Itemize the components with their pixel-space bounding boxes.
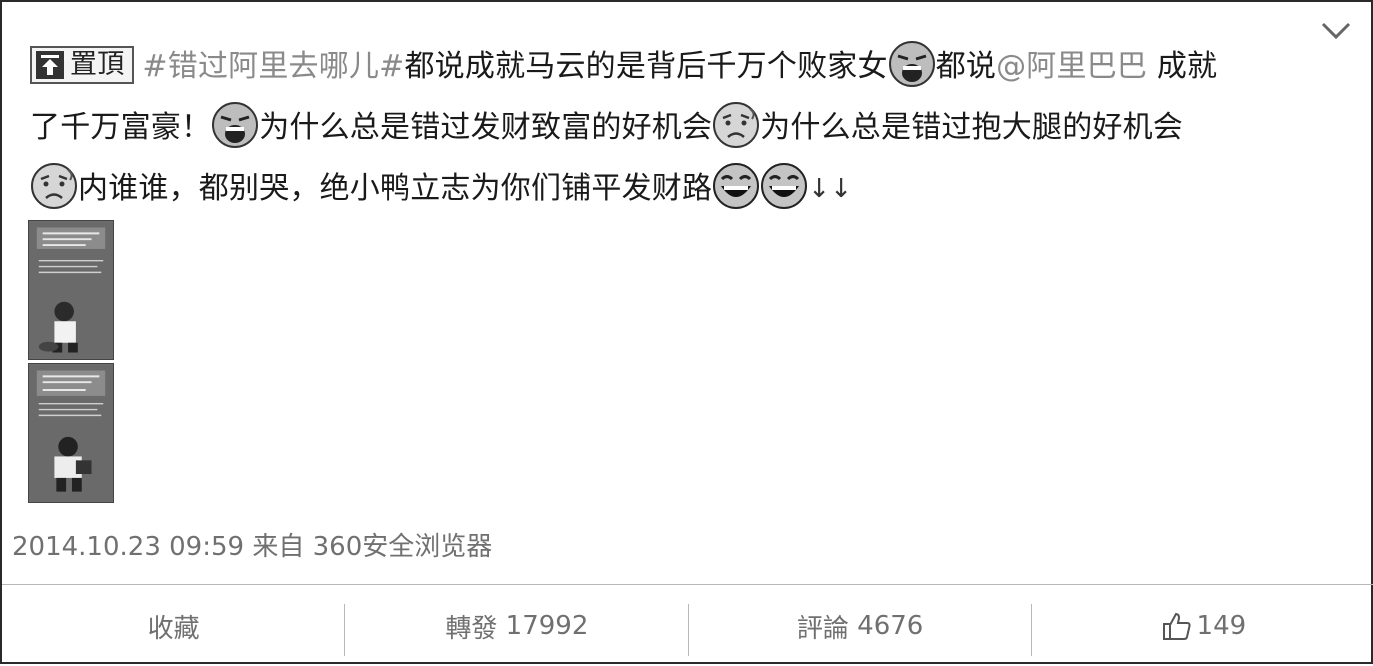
post-date[interactable]: 2014.10.23 [12, 532, 161, 562]
comment-label: 評論 [796, 613, 849, 644]
post-meta: 2014.10.23 09:59 来自 360安全浏览器 [12, 526, 492, 563]
shocked-emoji-icon [31, 162, 77, 209]
laughing-emoji-icon [761, 162, 808, 209]
post-text-5: 为什么总是错过发财致富的好机会 [259, 110, 713, 145]
comment-button[interactable]: 評論 4676 [689, 586, 1032, 666]
from-label: 来自 [252, 532, 305, 562]
mention-link[interactable]: @阿里巴巴 [996, 49, 1147, 84]
post-text-3: 成就 [1147, 49, 1218, 84]
post-text-2: 都说 [935, 49, 997, 84]
pinned-label: 置頂 [70, 49, 125, 80]
like-button[interactable]: 149 [1032, 586, 1373, 666]
post-text-6: 为什么总是错过抱大腿的好机会 [760, 110, 1184, 145]
favorite-label: 收藏 [147, 613, 200, 644]
favorite-button[interactable]: 收藏 [2, 586, 346, 666]
pinned-badge: 置頂 [30, 45, 135, 84]
thumbs-up-icon [1162, 612, 1191, 640]
repost-label: 轉發 [445, 613, 498, 644]
post-time[interactable]: 09:59 [169, 532, 244, 562]
repost-count: 17992 [505, 611, 589, 641]
pin-top-icon [36, 50, 64, 79]
crying-emoji-icon [212, 101, 259, 148]
hashtag-link[interactable]: #错过阿里去哪儿# [142, 49, 404, 84]
repost-button[interactable]: 轉發 17992 [345, 586, 689, 666]
comment-count: 4676 [857, 611, 924, 641]
down-arrows: ↓↓ [808, 174, 853, 204]
image-thumbnails [28, 220, 114, 506]
laughing-emoji-icon [713, 162, 760, 209]
post-image-thumbnail[interactable] [28, 220, 114, 360]
action-bar: 收藏 轉發 17992 評論 4676 149 [2, 586, 1373, 666]
post-text-7: 内谁谁，都别哭，绝小鸭立志为你们铺平发财路 [78, 171, 713, 206]
weibo-post-card: 置頂 #错过阿里去哪儿#都说成就马云的是背后千万个败家女 都说@阿里巴巴 成就 … [0, 0, 1373, 664]
crying-emoji-icon [888, 40, 935, 87]
action-bar-divider [2, 584, 1373, 585]
shocked-emoji-icon [713, 101, 760, 148]
post-image-thumbnail[interactable] [28, 363, 114, 503]
post-text-1: 都说成就马云的是背后千万个败家女 [404, 49, 888, 84]
post-body: 置頂 #错过阿里去哪儿#都说成就马云的是背后千万个败家女 都说@阿里巴巴 成就 … [30, 36, 1330, 219]
post-text-4: 了千万富豪！ [30, 110, 212, 145]
like-count: 149 [1196, 611, 1247, 641]
source-link[interactable]: 360安全浏览器 [313, 532, 493, 562]
